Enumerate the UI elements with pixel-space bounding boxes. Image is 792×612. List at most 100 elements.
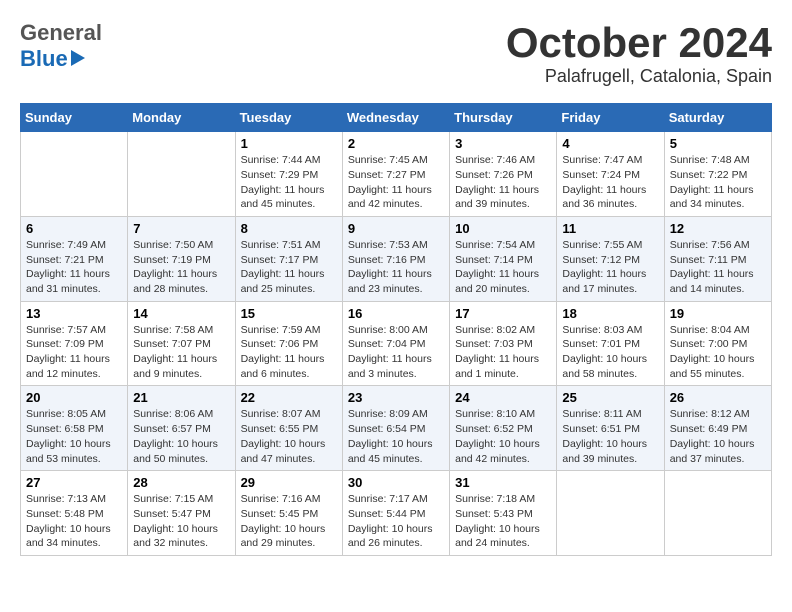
calendar-table: SundayMondayTuesdayWednesdayThursdayFrid… [20,103,772,556]
location-title: Palafrugell, Catalonia, Spain [506,66,772,87]
day-info: Sunrise: 8:03 AMSunset: 7:01 PMDaylight:… [562,323,658,382]
calendar-cell: 17Sunrise: 8:02 AMSunset: 7:03 PMDayligh… [450,301,557,386]
day-number: 23 [348,390,444,405]
calendar-cell: 5 Sunrise: 7:48 AMSunset: 7:22 PMDaylight… [664,132,771,217]
logo-arrow-icon [71,50,85,66]
calendar-cell: 21Sunrise: 8:06 AMSunset: 6:57 PMDayligh… [128,386,235,471]
calendar-week-row: 6 Sunrise: 7:49 AMSunset: 7:21 PMDaylight… [21,216,772,301]
calendar-cell: 6 Sunrise: 7:49 AMSunset: 7:21 PMDaylight… [21,216,128,301]
calendar-cell: 19Sunrise: 8:04 AMSunset: 7:00 PMDayligh… [664,301,771,386]
calendar-header-thursday: Thursday [450,104,557,132]
day-info: Sunrise: 8:10 AMSunset: 6:52 PMDaylight:… [455,407,551,466]
day-info: Sunrise: 8:02 AMSunset: 7:03 PMDaylight:… [455,323,551,382]
day-info: Sunrise: 7:55 AMSunset: 7:12 PMDaylight:… [562,238,658,297]
calendar-header-row: SundayMondayTuesdayWednesdayThursdayFrid… [21,104,772,132]
day-number: 24 [455,390,551,405]
day-info: Sunrise: 7:51 AMSunset: 7:17 PMDaylight:… [241,238,337,297]
day-info: Sunrise: 7:44 AMSunset: 7:29 PMDaylight:… [241,153,337,212]
calendar-cell: 29Sunrise: 7:16 AMSunset: 5:45 PMDayligh… [235,471,342,556]
month-title: October 2024 [506,20,772,66]
day-number: 5 [670,136,766,151]
calendar-cell: 13 Sunrise: 7:57 AMSunset: 7:09 PMDayligh… [21,301,128,386]
day-number: 9 [348,221,444,236]
day-number: 12 [670,221,766,236]
calendar-cell: 2 Sunrise: 7:45 AMSunset: 7:27 PMDaylight… [342,132,449,217]
calendar-header-friday: Friday [557,104,664,132]
day-number: 20 [26,390,122,405]
day-number: 18 [562,306,658,321]
day-info: Sunrise: 7:46 AMSunset: 7:26 PMDaylight:… [455,153,551,212]
calendar-cell: 1 Sunrise: 7:44 AMSunset: 7:29 PMDaylight… [235,132,342,217]
day-info: Sunrise: 8:05 AMSunset: 6:58 PMDaylight:… [26,407,122,466]
calendar-cell: 16 Sunrise: 8:00 AMSunset: 7:04 PMDayligh… [342,301,449,386]
calendar-week-row: 13 Sunrise: 7:57 AMSunset: 7:09 PMDayligh… [21,301,772,386]
calendar-cell: 30 Sunrise: 7:17 AMSunset: 5:44 PMDayligh… [342,471,449,556]
day-number: 1 [241,136,337,151]
day-info: Sunrise: 8:12 AMSunset: 6:49 PMDaylight:… [670,407,766,466]
day-info: Sunrise: 7:18 AMSunset: 5:43 PMDaylight:… [455,492,551,551]
day-number: 30 [348,475,444,490]
day-number: 3 [455,136,551,151]
calendar-cell [128,132,235,217]
calendar-cell: 23 Sunrise: 8:09 AMSunset: 6:54 PMDayligh… [342,386,449,471]
day-number: 28 [133,475,229,490]
calendar-header-monday: Monday [128,104,235,132]
calendar-cell: 22Sunrise: 8:07 AMSunset: 6:55 PMDayligh… [235,386,342,471]
day-info: Sunrise: 7:48 AMSunset: 7:22 PMDaylight:… [670,153,766,212]
calendar-header-saturday: Saturday [664,104,771,132]
day-number: 15 [241,306,337,321]
calendar-cell [557,471,664,556]
calendar-cell: 4 Sunrise: 7:47 AMSunset: 7:24 PMDaylight… [557,132,664,217]
day-info: Sunrise: 7:57 AMSunset: 7:09 PMDaylight:… [26,323,122,382]
calendar-cell: 26 Sunrise: 8:12 AMSunset: 6:49 PMDayligh… [664,386,771,471]
day-info: Sunrise: 7:49 AMSunset: 7:21 PMDaylight:… [26,238,122,297]
day-number: 31 [455,475,551,490]
calendar-week-row: 27Sunrise: 7:13 AMSunset: 5:48 PMDayligh… [21,471,772,556]
day-number: 13 [26,306,122,321]
day-number: 26 [670,390,766,405]
calendar-cell: 24 Sunrise: 8:10 AMSunset: 6:52 PMDayligh… [450,386,557,471]
day-number: 8 [241,221,337,236]
day-info: Sunrise: 7:13 AMSunset: 5:48 PMDaylight:… [26,492,122,551]
day-number: 11 [562,221,658,236]
day-info: Sunrise: 7:59 AMSunset: 7:06 PMDaylight:… [241,323,337,382]
day-info: Sunrise: 7:54 AMSunset: 7:14 PMDaylight:… [455,238,551,297]
day-info: Sunrise: 7:15 AMSunset: 5:47 PMDaylight:… [133,492,229,551]
day-info: Sunrise: 7:53 AMSunset: 7:16 PMDaylight:… [348,238,444,297]
calendar-cell: 12Sunrise: 7:56 AMSunset: 7:11 PMDayligh… [664,216,771,301]
calendar-cell: 7Sunrise: 7:50 AMSunset: 7:19 PMDaylight… [128,216,235,301]
day-info: Sunrise: 7:45 AMSunset: 7:27 PMDaylight:… [348,153,444,212]
calendar-cell: 31 Sunrise: 7:18 AMSunset: 5:43 PMDayligh… [450,471,557,556]
calendar-header-wednesday: Wednesday [342,104,449,132]
calendar-cell [21,132,128,217]
calendar-cell: 25Sunrise: 8:11 AMSunset: 6:51 PMDayligh… [557,386,664,471]
calendar-header-tuesday: Tuesday [235,104,342,132]
day-info: Sunrise: 8:09 AMSunset: 6:54 PMDaylight:… [348,407,444,466]
calendar-cell: 15 Sunrise: 7:59 AMSunset: 7:06 PMDayligh… [235,301,342,386]
logo-blue-text: Blue [20,46,68,72]
calendar-cell: 20 Sunrise: 8:05 AMSunset: 6:58 PMDayligh… [21,386,128,471]
calendar-week-row: 1 Sunrise: 7:44 AMSunset: 7:29 PMDaylight… [21,132,772,217]
day-info: Sunrise: 8:07 AMSunset: 6:55 PMDaylight:… [241,407,337,466]
day-info: Sunrise: 7:47 AMSunset: 7:24 PMDaylight:… [562,153,658,212]
calendar-header-sunday: Sunday [21,104,128,132]
day-number: 25 [562,390,658,405]
day-number: 6 [26,221,122,236]
day-info: Sunrise: 7:58 AMSunset: 7:07 PMDaylight:… [133,323,229,382]
calendar-cell: 8 Sunrise: 7:51 AMSunset: 7:17 PMDaylight… [235,216,342,301]
calendar-cell: 3 Sunrise: 7:46 AMSunset: 7:26 PMDaylight… [450,132,557,217]
day-number: 2 [348,136,444,151]
day-info: Sunrise: 8:00 AMSunset: 7:04 PMDaylight:… [348,323,444,382]
day-number: 19 [670,306,766,321]
calendar-cell: 28 Sunrise: 7:15 AMSunset: 5:47 PMDayligh… [128,471,235,556]
calendar-cell: 9 Sunrise: 7:53 AMSunset: 7:16 PMDaylight… [342,216,449,301]
calendar-cell: 14 Sunrise: 7:58 AMSunset: 7:07 PMDayligh… [128,301,235,386]
day-info: Sunrise: 7:17 AMSunset: 5:44 PMDaylight:… [348,492,444,551]
day-number: 4 [562,136,658,151]
day-number: 10 [455,221,551,236]
day-number: 16 [348,306,444,321]
day-number: 21 [133,390,229,405]
calendar-cell: 10 Sunrise: 7:54 AMSunset: 7:14 PMDayligh… [450,216,557,301]
logo: General Blue [20,20,102,72]
day-number: 14 [133,306,229,321]
